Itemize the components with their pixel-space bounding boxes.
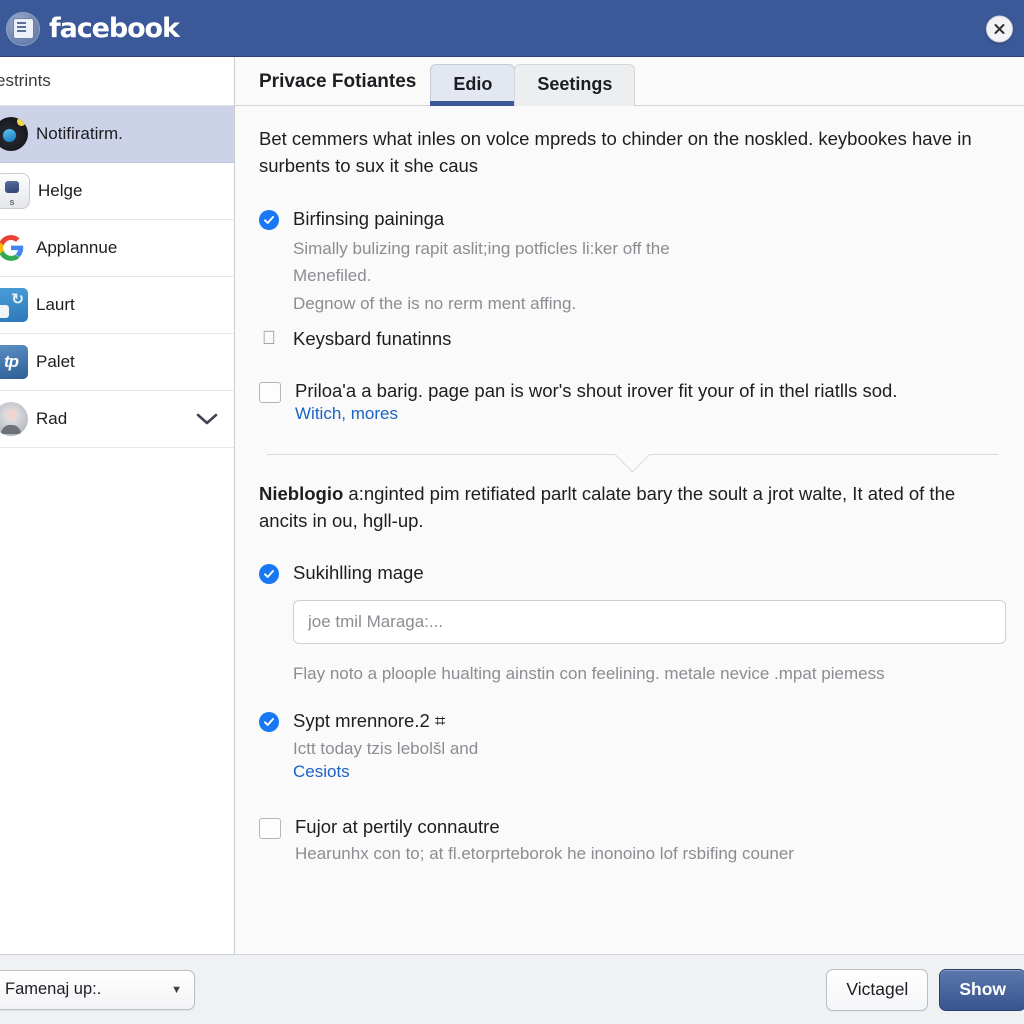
tab-edio[interactable]: Edio <box>430 64 516 107</box>
option-label: Sypt mrennore.2 ⌗ <box>293 710 446 732</box>
sidebar-item-label: Palet <box>36 352 75 371</box>
brand-logo: facebook <box>0 11 180 46</box>
section2-text: Nieblogio a:nginted pim retifiated parlt… <box>259 481 1006 535</box>
cesiots-link[interactable]: Cesiots <box>293 762 478 782</box>
audience-select-value: Famenaj up:. <box>5 980 102 998</box>
option-description-birfinsing: Simally bulizing rapit aslit;ing potficl… <box>259 236 1006 317</box>
cancel-button[interactable]: Victagel <box>826 968 929 1011</box>
sidebar-item-rad[interactable]: Rad <box>0 391 234 448</box>
audience-select[interactable]: Famenaj up:. ▼ <box>0 969 195 1010</box>
checkbox-unchecked-icon[interactable] <box>259 817 281 839</box>
checkbox-checked-icon[interactable] <box>259 209 279 230</box>
message-input[interactable] <box>293 600 1006 645</box>
main-panel: Privace Fotiantes Edio Seetings Bet cemm… <box>235 57 1024 954</box>
sidebar-item-applannue[interactable]: Applannue <box>0 220 234 277</box>
option-row-sypt[interactable]: Sypt mrennore.2 ⌗ Ictt today tzis lebolš… <box>259 708 1006 781</box>
intro-text: Bet cemmers what inles on volce mpreds t… <box>259 128 972 176</box>
app-refresh-icon <box>0 288 28 322</box>
sidebar-item-notifications[interactable]: Notifiratirm. <box>0 106 234 163</box>
learn-more-link[interactable]: Witich, mores <box>295 404 897 424</box>
option-label: Birfinsing paininga <box>293 207 445 229</box>
option-sub-line-1: Simally bulizing rapit aslit;ing potficl… <box>293 238 670 258</box>
tab-seetings[interactable]: Seetings <box>514 64 636 106</box>
tab-label: Edio <box>453 74 493 94</box>
sidebar-item-label: Laurt <box>36 295 75 314</box>
option-row-birfinsing[interactable]: Birfinsing paininga <box>259 206 1006 232</box>
sidebar-section-header: estrints <box>0 57 234 106</box>
section2-rest: a:nginted pim retifiated parlt calate ba… <box>259 482 956 531</box>
sidebar-item-label: Rad <box>36 409 68 428</box>
checkbox-unchecked-icon[interactable] <box>259 381 281 403</box>
option-sub-line-2: Menefiled. <box>293 266 372 286</box>
apple-icon:  <box>259 327 279 349</box>
checkbox-checked-icon[interactable] <box>259 712 279 733</box>
tab-bar: Privace Fotiantes Edio Seetings <box>235 57 1024 107</box>
primary-button-label: Show <box>959 979 1006 999</box>
option-label: Priloa'a a barig. page pan is wor's shou… <box>295 379 898 401</box>
sidebar-item-helge[interactable]: Helge <box>0 163 234 220</box>
dialog-body: estrints Notifiratirm. Helge <box>0 57 1024 954</box>
sidebar: estrints Notifiratirm. Helge <box>0 57 235 954</box>
section2-lead: Nieblogio <box>259 482 344 504</box>
section-divider <box>267 453 998 455</box>
cancel-button-label: Victagel <box>846 979 909 999</box>
primary-submit-button[interactable]: Show <box>939 968 1024 1011</box>
brand-wordmark: facebook <box>49 13 180 44</box>
chevron-down-icon[interactable] <box>196 412 218 426</box>
chevron-down-icon: ▼ <box>171 983 182 996</box>
keyboard-shortcuts-row[interactable]:  Keysbard funatinns <box>259 326 1006 352</box>
checkbox-checked-icon[interactable] <box>259 564 279 585</box>
option-label: Fujor at pertily connautre <box>295 815 500 837</box>
sidebar-item-laurt[interactable]: Laurt <box>0 277 234 334</box>
keyboard-row-label: Keysbard funatinns <box>293 328 452 350</box>
divider-notch-icon <box>613 454 653 474</box>
sidebar-item-palet[interactable]: tp Palet <box>0 334 234 391</box>
option3-hint: Flay noto a ploople hualting ainstin con… <box>293 664 885 684</box>
option-sub: Hearunhx con to; at fl.etorprteborok he … <box>295 844 794 864</box>
sidebar-section-label: estrints <box>0 71 51 90</box>
option-label: Sukihlling mage <box>293 562 424 584</box>
page-title: Privace Fotiantes <box>259 71 417 92</box>
app-tp-icon: tp <box>0 345 28 379</box>
sidebar-item-label: Notifiratirm. <box>36 124 123 143</box>
option-sub: Ictt today tzis lebolšl and <box>293 739 479 758</box>
tab-label: Seetings <box>537 74 613 94</box>
notification-avatar-icon <box>0 117 28 151</box>
option-row-fujor[interactable]: Fujor at pertily connautre Hearunhx con … <box>259 814 1006 867</box>
facebook-settings-dialog: facebook estrints Notifiratirm. Helge <box>0 0 1024 1024</box>
option-sub-line-3: Degnow of the is no rerm ment affing. <box>293 293 577 313</box>
settings-content: Bet cemmers what inles on volce mpreds t… <box>235 106 1024 954</box>
google-icon <box>0 231 28 265</box>
dialog-header: facebook <box>0 0 1024 57</box>
sidebar-item-label: Helge <box>38 181 83 200</box>
dialog-footer: Famenaj up:. ▼ Victagel Show <box>0 954 1024 1024</box>
user-avatar-icon <box>0 402 28 436</box>
close-icon[interactable] <box>986 15 1013 42</box>
option-row-priloa[interactable]: Priloa'a a barig. page pan is wor's shou… <box>259 378 1006 424</box>
sidebar-item-label: Applannue <box>36 238 118 257</box>
lock-badge-icon <box>0 173 30 209</box>
facebook-mark-icon <box>6 11 40 46</box>
option-row-sukihlling[interactable]: Sukihlling mage <box>259 560 1006 586</box>
